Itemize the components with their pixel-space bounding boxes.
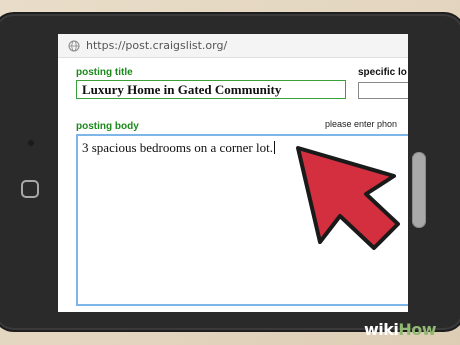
posting-title-label: posting title bbox=[76, 67, 133, 78]
specific-location-input[interactable] bbox=[358, 82, 408, 99]
text-caret bbox=[273, 141, 275, 154]
posting-body-label: posting body bbox=[76, 121, 139, 132]
specific-location-label: specific lo bbox=[358, 67, 407, 78]
phone-hint-text: please enter phon bbox=[325, 119, 398, 129]
posting-title-input[interactable]: Luxury Home in Gated Community bbox=[76, 80, 346, 99]
camera-icon bbox=[28, 140, 34, 146]
posting-body-text: 3 spacious bedrooms on a corner lot. bbox=[82, 140, 273, 155]
url-text: https://post.craigslist.org/ bbox=[86, 39, 228, 52]
wikihow-watermark: wikiHow bbox=[364, 320, 437, 339]
home-button[interactable] bbox=[21, 180, 39, 198]
address-bar[interactable]: https://post.craigslist.org/ bbox=[58, 34, 408, 58]
arrow-cursor-icon bbox=[296, 146, 400, 250]
side-button[interactable] bbox=[412, 152, 426, 228]
globe-icon bbox=[68, 40, 80, 52]
